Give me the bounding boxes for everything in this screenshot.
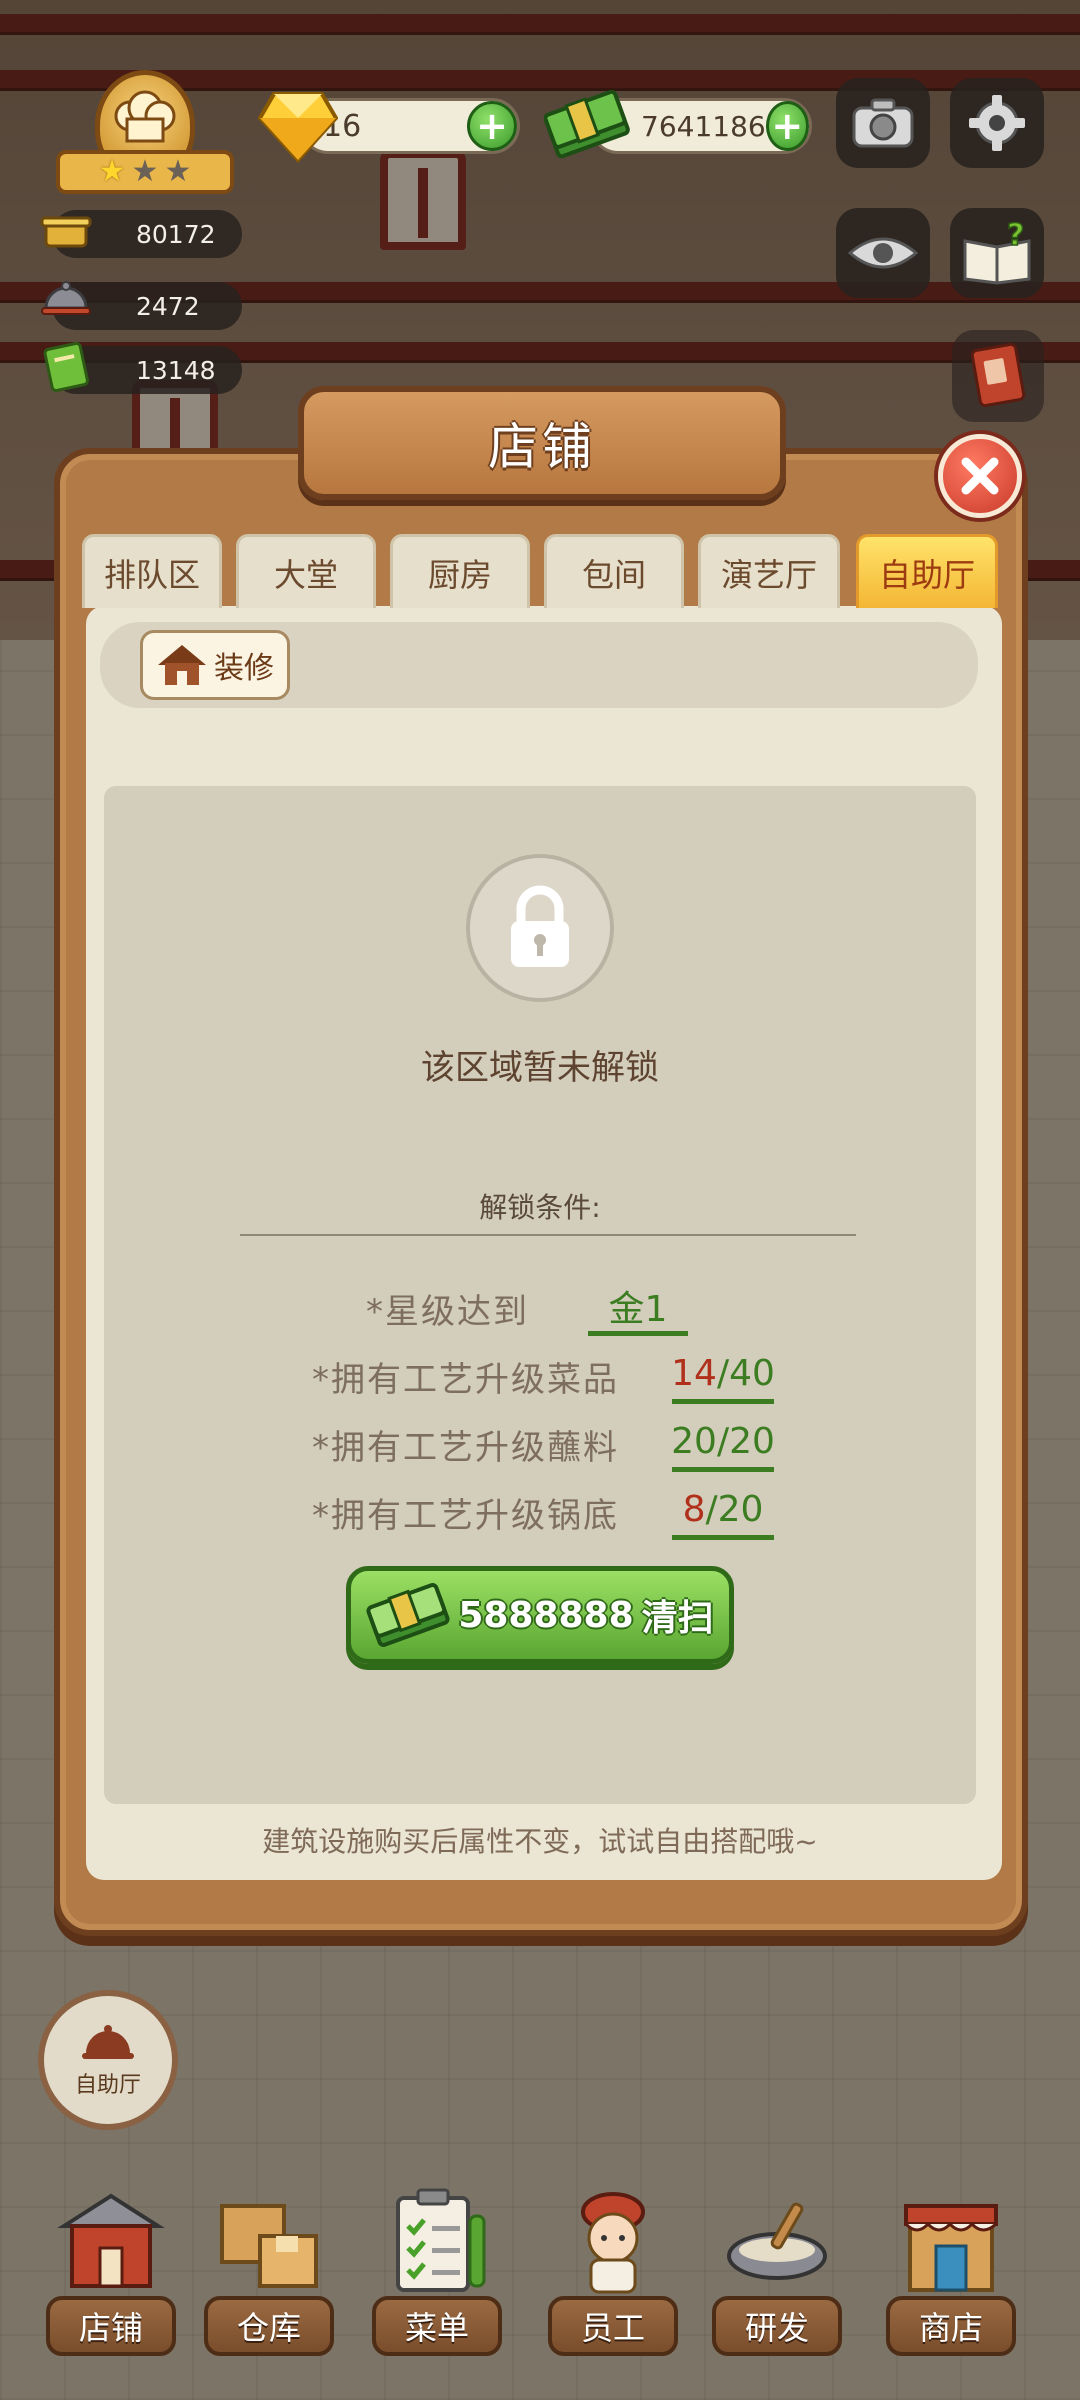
lock-badge [466,854,614,1002]
panel-title: 店铺 [488,418,596,476]
cooking-pot-icon [40,216,92,248]
progress-total: 20 [729,1421,775,1462]
nav-store[interactable]: 商店 [886,2186,1016,2366]
boxes-icon [220,2204,318,2288]
rank-stars: ★ ★ ★ [56,150,234,194]
nav-label: 商店 [886,2296,1016,2356]
star-empty-icon: ★ [131,154,159,189]
progress-current: 8 [682,1489,706,1530]
add-cash-button[interactable]: + [765,101,809,151]
current-area-button[interactable]: 自助厅 [38,1990,178,2130]
nav-menu[interactable]: 菜单 [372,2186,502,2366]
tab-buffet-hall[interactable]: 自助厅 [856,534,998,608]
progress-current: 20 [671,1421,717,1462]
wok-icon [727,2202,827,2280]
serving-cloche-icon [41,281,91,315]
tab-lobby[interactable]: 大堂 [236,534,376,608]
footer-tip: 建筑设施购买后属性不变，试试自由搭配哦~ [262,1825,818,1858]
nav-label: 研发 [712,2296,842,2356]
clipboard-menu-icon [396,2188,486,2292]
progress-total: 40 [729,1353,775,1394]
staff-chef-icon [581,2192,645,2294]
unlock-conditions-title: 解锁条件: [479,1191,601,1224]
divider [240,1234,856,1236]
panel-title-plank: 店铺 [298,386,786,500]
nav-shop[interactable]: 店铺 [46,2186,176,2366]
market-stall-icon [904,2204,998,2292]
cash-stack-icon [544,89,630,159]
nav-label: 店铺 [46,2296,176,2356]
condition-progress: 20/20 [671,1416,775,1472]
tab-private-room[interactable]: 包间 [544,534,684,608]
help-book-icon: ? [963,221,1031,285]
nav-label: 员工 [548,2296,678,2356]
decorate-label: 装修 [214,651,274,686]
tab-kitchen[interactable]: 厨房 [390,534,530,608]
condition-label: *拥有工艺升级菜品 [312,1359,619,1400]
eye-icon [848,237,918,269]
stat-value: 13148 [136,355,216,385]
stat-value: 80172 [136,219,216,249]
star-filled-icon: ★ [98,154,126,189]
stat-value: 2472 [136,291,200,321]
condition-label: *星级达到 [366,1291,529,1332]
visibility-toggle-button[interactable] [836,208,930,298]
add-gems-button[interactable]: + [467,101,517,151]
locked-message: 该区域暂未解锁 [421,1048,659,1088]
condition-value: 金1 [588,1280,688,1336]
tab-queue-area[interactable]: 排队区 [82,534,222,608]
star-empty-icon: ★ [164,154,192,189]
tab-performance-hall[interactable]: 演艺厅 [698,534,840,608]
house-icon [158,645,206,685]
progress-total: 20 [717,1489,764,1530]
condition-progress: 14/40 [671,1348,775,1404]
menu-book-button[interactable] [952,330,1044,422]
svg-text:?: ? [1007,221,1024,253]
gem-icon [258,92,338,163]
storefront-icon [57,2193,165,2288]
nav-warehouse[interactable]: 仓库 [204,2186,334,2366]
close-icon [961,457,999,495]
clean-cost: 5888888 [458,1594,634,1636]
restaurant-rank-badge[interactable]: ★ ★ ★ [50,62,240,212]
cash-stack-icon [366,1583,450,1647]
clean-label: 清扫 [641,1598,714,1639]
serving-cloche-icon [82,2025,134,2059]
settings-button[interactable] [950,78,1044,168]
nav-label: 菜单 [372,2296,502,2356]
decorate-button[interactable]: 装修 [140,630,290,700]
clean-unlock-button[interactable]: 5888888 清扫 [346,1566,734,1664]
recipe-book-icon [43,341,89,392]
gear-icon [969,95,1025,151]
red-book-icon [970,343,1026,408]
nav-staff[interactable]: 员工 [548,2186,678,2366]
condition-label: *拥有工艺升级蘸料 [312,1427,619,1468]
condition-progress: 8/20 [672,1484,774,1540]
camera-button[interactable] [836,78,930,168]
current-area-label: 自助厅 [74,2073,141,2098]
guide-button[interactable]: ? [950,208,1044,298]
progress-current: 14 [671,1353,717,1394]
camera-icon [852,98,914,148]
nav-research[interactable]: 研发 [712,2186,842,2366]
nav-label: 仓库 [204,2296,334,2356]
close-button[interactable] [938,434,1022,518]
area-tabs: 排队区 大堂 厨房 包间 演艺厅 自助厅 [82,534,1002,608]
lock-icon [511,885,569,967]
condition-label: *拥有工艺升级锅底 [312,1495,619,1536]
